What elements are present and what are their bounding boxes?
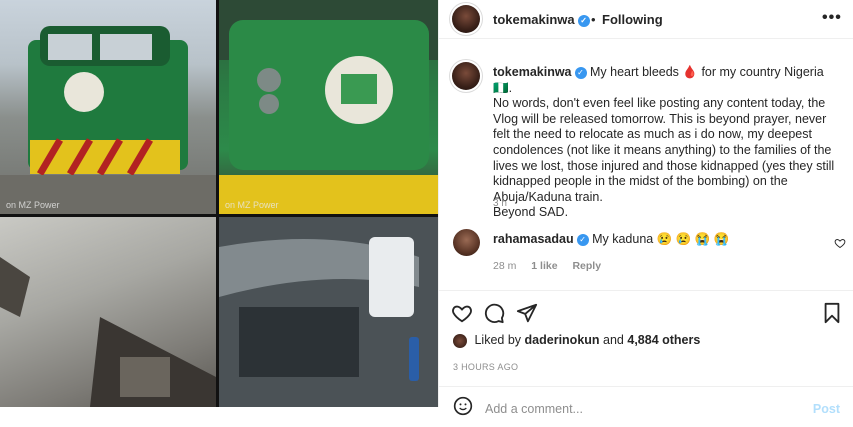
caption-avatar[interactable] <box>452 62 480 90</box>
bookmark-icon[interactable] <box>821 302 843 324</box>
verified-badge-icon: ✓ <box>576 233 589 246</box>
comment-input[interactable]: Add a comment... <box>485 402 583 416</box>
comment-timestamp: 28 m <box>493 260 517 272</box>
reply-button[interactable]: Reply <box>572 260 601 272</box>
caption-timestamp: 3 h <box>493 198 507 209</box>
comment-body: My kaduna 😢 😢 😭 😭 <box>592 232 730 246</box>
post-media[interactable]: on MZ Power on MZ Power <box>0 0 438 407</box>
post-header: tokemakinwa ✓ • Following ••• <box>439 0 853 39</box>
separator-dot: • <box>591 12 596 27</box>
post-timestamp: 3 HOURS AGO <box>453 362 519 372</box>
commenter-username[interactable]: rahamasadau <box>493 232 574 246</box>
caption: tokemakinwa ✓ My heart bleeds 🩸 for my co… <box>493 65 845 221</box>
caption-username[interactable]: tokemakinwa <box>493 65 572 79</box>
likes-prefix: Liked by <box>474 333 522 347</box>
photo-train-closeup: on MZ Power <box>219 0 438 214</box>
author-avatar[interactable] <box>452 5 480 33</box>
comment-likes[interactable]: 1 like <box>531 260 557 272</box>
post-actions <box>439 290 853 333</box>
caption-body: No words, don't even feel like posting a… <box>493 96 835 204</box>
share-icon[interactable] <box>516 302 538 324</box>
watermark: on MZ Power <box>225 200 279 210</box>
photo-train-front: on MZ Power <box>0 0 216 214</box>
likes-summary: Liked by daderinokun and 4,884 others <box>453 333 700 353</box>
following-button[interactable]: Following <box>602 12 663 27</box>
photo-debris <box>0 217 216 407</box>
comment-meta: 28 m 1 like Reply <box>493 260 613 272</box>
liker-username[interactable]: daderinokun <box>525 333 600 347</box>
comment-heart-icon[interactable] <box>834 237 846 249</box>
comment-icon[interactable] <box>483 302 505 324</box>
liker-avatar[interactable] <box>453 333 467 348</box>
author-username-text[interactable]: tokemakinwa <box>493 12 575 27</box>
photo-cabin <box>219 217 438 407</box>
post-comment-button[interactable]: Post <box>813 402 840 416</box>
more-options-button[interactable]: ••• <box>822 9 842 27</box>
watermark: on MZ Power <box>6 200 60 210</box>
post-panel: tokemakinwa ✓ • Following ••• tokemakinwa… <box>438 0 853 416</box>
emoji-icon[interactable] <box>453 396 473 416</box>
verified-badge-icon: ✓ <box>574 66 587 79</box>
comment-text: rahamasadau ✓ My kaduna 😢 😢 😭 😭 <box>493 232 729 247</box>
likes-mid: and <box>603 333 624 347</box>
heart-icon[interactable] <box>451 302 473 324</box>
likes-count[interactable]: 4,884 others <box>627 333 700 347</box>
author-username[interactable]: tokemakinwa ✓ <box>493 12 590 27</box>
commenter-avatar[interactable] <box>453 229 480 256</box>
verified-badge-icon: ✓ <box>577 14 590 27</box>
